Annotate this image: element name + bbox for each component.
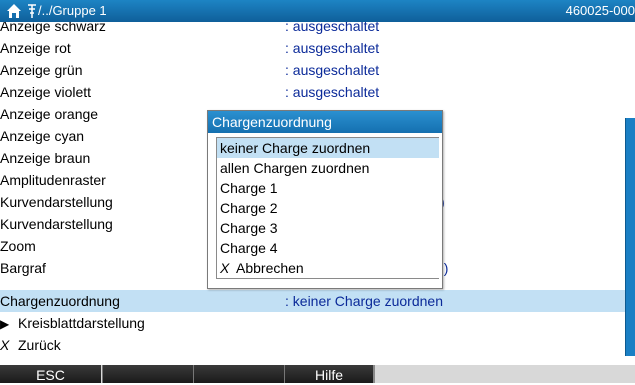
charge-assignment-dialog: Chargenzuordnung keiner Charge zuordnen … (207, 110, 443, 289)
list-item-chargenzuordnung[interactable]: Chargenzuordnung : keiner Charge zuordne… (0, 290, 625, 312)
list-item-zurueck[interactable]: X Zurück (0, 334, 625, 356)
title-bar: /../Gruppe 1 460025-000 (0, 0, 635, 22)
list-item-anzeige-schwarz[interactable]: Anzeige schwarz : ausgeschaltet (0, 22, 625, 37)
option-charge-4[interactable]: Charge 4 (217, 238, 439, 258)
help-button[interactable]: Hilfe (284, 365, 373, 383)
list-item-value: : ausgeschaltet (285, 40, 380, 56)
option-charge-3[interactable]: Charge 3 (217, 218, 439, 238)
list-item-value: : ausgeschaltet (285, 84, 380, 100)
list-item-label: Anzeige violett (0, 84, 92, 100)
breadcrumb-path: /../Gruppe 1 (38, 3, 107, 18)
list-item-anzeige-gruen[interactable]: Anzeige grün : ausgeschaltet (0, 59, 625, 81)
option-keiner-charge[interactable]: keiner Charge zuordnen (217, 138, 439, 158)
list-item-anzeige-rot[interactable]: Anzeige rot : ausgeschaltet (0, 37, 625, 59)
scrollbar-thumb[interactable] (625, 118, 635, 356)
list-item-kreisblattdarstellung[interactable]: ▶ Kreisblattdarstellung (0, 312, 625, 334)
list-item-label: Amplitudenraster (0, 172, 106, 188)
triangle-right-icon: ▶ (0, 317, 10, 331)
softkey-2[interactable] (102, 365, 193, 383)
list-item-label: Anzeige braun (0, 150, 91, 166)
x-icon: X (220, 260, 230, 276)
list-item-anzeige-violett[interactable]: Anzeige violett : ausgeschaltet (0, 81, 625, 103)
list-item-label: Anzeige rot (0, 40, 71, 56)
list-item-value: : ausgeschaltet (285, 62, 380, 78)
list-item-label: Anzeige cyan (0, 128, 85, 144)
x-icon: X (0, 337, 10, 353)
option-label: Abbrechen (236, 260, 304, 276)
back-entry: X Zurück (0, 334, 61, 356)
list-item-value: : ausgeschaltet (285, 22, 380, 34)
esc-button[interactable]: ESC (0, 365, 101, 383)
home-icon[interactable] (6, 2, 22, 20)
option-charge-2[interactable]: Charge 2 (217, 198, 439, 218)
list-item-label: Zoom (0, 238, 36, 254)
softkey-5[interactable] (373, 365, 635, 383)
list-item-label: Kreisblattdarstellung (18, 315, 145, 331)
list-item-label: Chargenzuordnung (0, 293, 120, 309)
list-item-label: Anzeige orange (0, 106, 99, 122)
antenna-icon (28, 4, 36, 18)
option-abbrechen[interactable]: X Abbrechen (217, 258, 439, 278)
list-item-value: : keiner Charge zuordnen (285, 293, 443, 309)
list-item-label: Zurück (18, 337, 61, 353)
option-charge-1[interactable]: Charge 1 (217, 178, 439, 198)
list-item-label: Anzeige schwarz (0, 22, 106, 34)
dialog-options-list: keiner Charge zuordnen allen Chargen zuo… (216, 137, 439, 279)
list-item-label: Kurvendarstellung (0, 194, 113, 210)
list-item-label: Bargraf (0, 260, 46, 276)
list-item-label: Anzeige grün (0, 62, 83, 78)
device-id: 460025-000 (565, 3, 635, 18)
softkey-bar: ESC Hilfe (0, 365, 635, 383)
submenu-entry: ▶ Kreisblattdarstellung (0, 312, 145, 335)
softkey-3[interactable] (193, 365, 284, 383)
dialog-title: Chargenzuordnung (208, 111, 442, 133)
list-item-label: Kurvendarstellung (0, 216, 113, 232)
option-allen-chargen[interactable]: allen Chargen zuordnen (217, 158, 439, 178)
